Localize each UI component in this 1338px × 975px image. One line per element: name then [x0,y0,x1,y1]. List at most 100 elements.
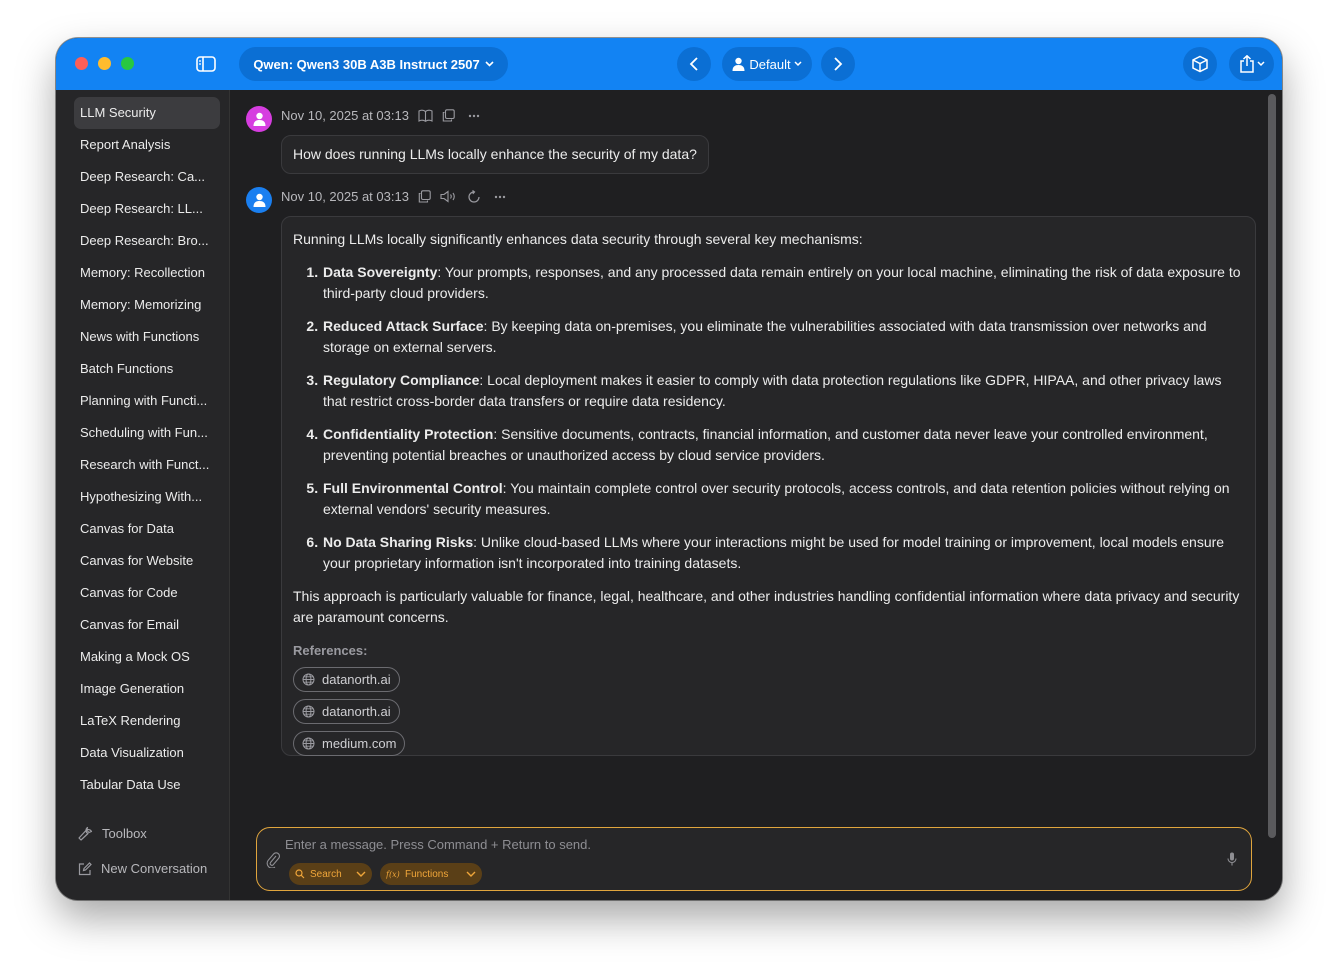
sidebar-toggle-icon[interactable] [196,55,216,73]
app-window: Qwen: Qwen3 30B A3B Instruct 2507 Defaul… [56,38,1282,900]
model-label: Qwen: Qwen3 30B A3B Instruct 2507 [253,56,480,72]
key-mechanism-title: Data Sovereignty [323,264,438,280]
sidebar-item[interactable]: Making a Mock OS [74,641,220,673]
sidebar-item[interactable]: Memory: Memorizing [74,289,220,321]
sidebar-item[interactable]: Deep Research: LL... [74,193,220,225]
sidebar-item[interactable]: Image Generation [74,673,220,705]
search-toggle-button[interactable]: Search [289,863,372,885]
copy-icon[interactable] [418,190,431,203]
more-icon[interactable] [494,195,506,199]
search-icon [295,869,305,879]
sidebar-item[interactable]: Hypothesizing With... [74,481,220,513]
sidebar-item[interactable]: Canvas for Website [74,545,220,577]
microphone-icon[interactable] [1227,852,1237,866]
key-mechanism-title: Confidentiality Protection [323,426,494,442]
sidebar-item[interactable]: Research with Funct... [74,449,220,481]
more-icon[interactable] [468,114,480,118]
globe-icon [302,737,315,750]
wrench-icon [78,826,93,841]
chevron-down-icon [356,871,366,878]
book-icon[interactable] [418,109,433,122]
speaker-icon[interactable] [440,190,458,203]
profile-label: Default [749,56,791,72]
chat-scrollbar[interactable] [1268,94,1276,838]
person-icon [732,57,745,71]
key-mechanism-item: Reduced Attack Surface: By keeping data … [322,316,1244,358]
key-mechanism-title: Regulatory Compliance [323,372,480,388]
reference-link[interactable]: datanorth.ai [293,699,400,724]
message-composer: Search f(x) Functions [256,827,1252,891]
cube-icon [1191,55,1209,73]
assistant-message-timestamp: Nov 10, 2025 at 03:13 [281,189,409,204]
model-selector[interactable]: Qwen: Qwen3 30B A3B Instruct 2507 [239,47,508,81]
user-message-timestamp: Nov 10, 2025 at 03:13 [281,108,409,123]
conversation-sidebar: LLM Security Report Analysis Deep Research… [56,90,230,900]
chevron-down-icon [466,871,476,878]
paperclip-icon[interactable] [266,852,280,868]
sidebar-item[interactable]: Report Analysis [74,129,220,161]
assistant-message-bubble: Running LLMs locally significantly enhan… [281,216,1256,756]
back-button[interactable] [677,47,711,81]
close-window-button[interactable] [75,57,88,70]
functions-label: Functions [405,868,449,880]
reference-link[interactable]: datanorth.ai [293,667,400,692]
models-button[interactable] [1183,47,1217,81]
sidebar-item[interactable]: Tabular Data Use [74,769,220,801]
references-label: References: [293,643,368,658]
search-label: Search [310,868,342,880]
conversation-list: LLM Security Report Analysis Deep Research… [74,97,220,801]
reference-label: medium.com [322,736,397,751]
functions-toggle-button[interactable]: f(x) Functions [380,863,482,885]
key-mechanism-item: Confidentiality Protection: Sensitive do… [322,424,1244,466]
message-input[interactable] [285,837,1185,852]
chevron-down-icon [485,61,494,67]
key-mechanism-title: No Data Sharing Risks [323,534,474,550]
sidebar-item[interactable]: Batch Functions [74,353,220,385]
sidebar-item[interactable]: Deep Research: Ca... [74,161,220,193]
zoom-window-button[interactable] [121,57,134,70]
chevron-down-icon [1256,61,1265,67]
key-mechanism-item: No Data Sharing Risks: Unlike cloud-base… [322,532,1244,574]
sidebar-item[interactable]: LLM Security [74,97,220,129]
key-mechanism-item: Data Sovereignty: Your prompts, response… [322,262,1244,304]
sidebar-item[interactable]: Planning with Functi... [74,385,220,417]
forward-button[interactable] [821,47,855,81]
function-icon: f(x) [386,869,400,879]
sidebar-item[interactable]: News with Functions [74,321,220,353]
sidebar-item[interactable]: Scheduling with Fun... [74,417,220,449]
chevron-left-icon [689,56,699,72]
key-mechanism-title: Reduced Attack Surface [323,318,484,334]
reference-link[interactable]: medium.com [293,731,406,756]
new-conversation-label: New Conversation [101,861,208,876]
copy-icon[interactable] [442,109,455,122]
reference-label: datanorth.ai [322,704,391,719]
sidebar-item[interactable]: Canvas for Data [74,513,220,545]
svg-text:f(x): f(x) [386,870,400,879]
chevron-down-icon [794,61,802,67]
assistant-avatar [246,187,272,213]
key-mechanism-item: Full Environmental Control: You maintain… [322,478,1244,520]
profile-selector[interactable]: Default [722,47,812,81]
assistant-conclusion: This approach is particularly valuable f… [293,588,1240,625]
minimize-window-button[interactable] [98,57,111,70]
toolbox-button[interactable]: Toolbox [78,826,147,841]
compose-icon [78,861,92,876]
sidebar-item[interactable]: Deep Research: Bro... [74,225,220,257]
globe-icon [302,673,315,686]
sidebar-item[interactable]: LaTeX Rendering [74,705,220,737]
sidebar-item[interactable]: Canvas for Code [74,577,220,609]
share-icon [1239,55,1255,73]
new-conversation-button[interactable]: New Conversation [78,861,207,876]
key-mechanism-item: Regulatory Compliance: Local deployment … [322,370,1244,412]
assistant-message-meta: Nov 10, 2025 at 03:13 [281,189,506,204]
regenerate-icon[interactable] [467,189,481,204]
key-mechanisms-list: Data Sovereignty: Your prompts, response… [293,262,1244,574]
user-avatar [246,106,272,132]
sidebar-item[interactable]: Memory: Recollection [74,257,220,289]
title-bar: Qwen: Qwen3 30B A3B Instruct 2507 Defaul… [56,38,1282,90]
sidebar-item[interactable]: Data Visualization [74,737,220,769]
globe-icon [302,705,315,718]
sidebar-item[interactable]: Canvas for Email [74,609,220,641]
share-button[interactable] [1229,47,1274,81]
toolbox-label: Toolbox [102,826,147,841]
